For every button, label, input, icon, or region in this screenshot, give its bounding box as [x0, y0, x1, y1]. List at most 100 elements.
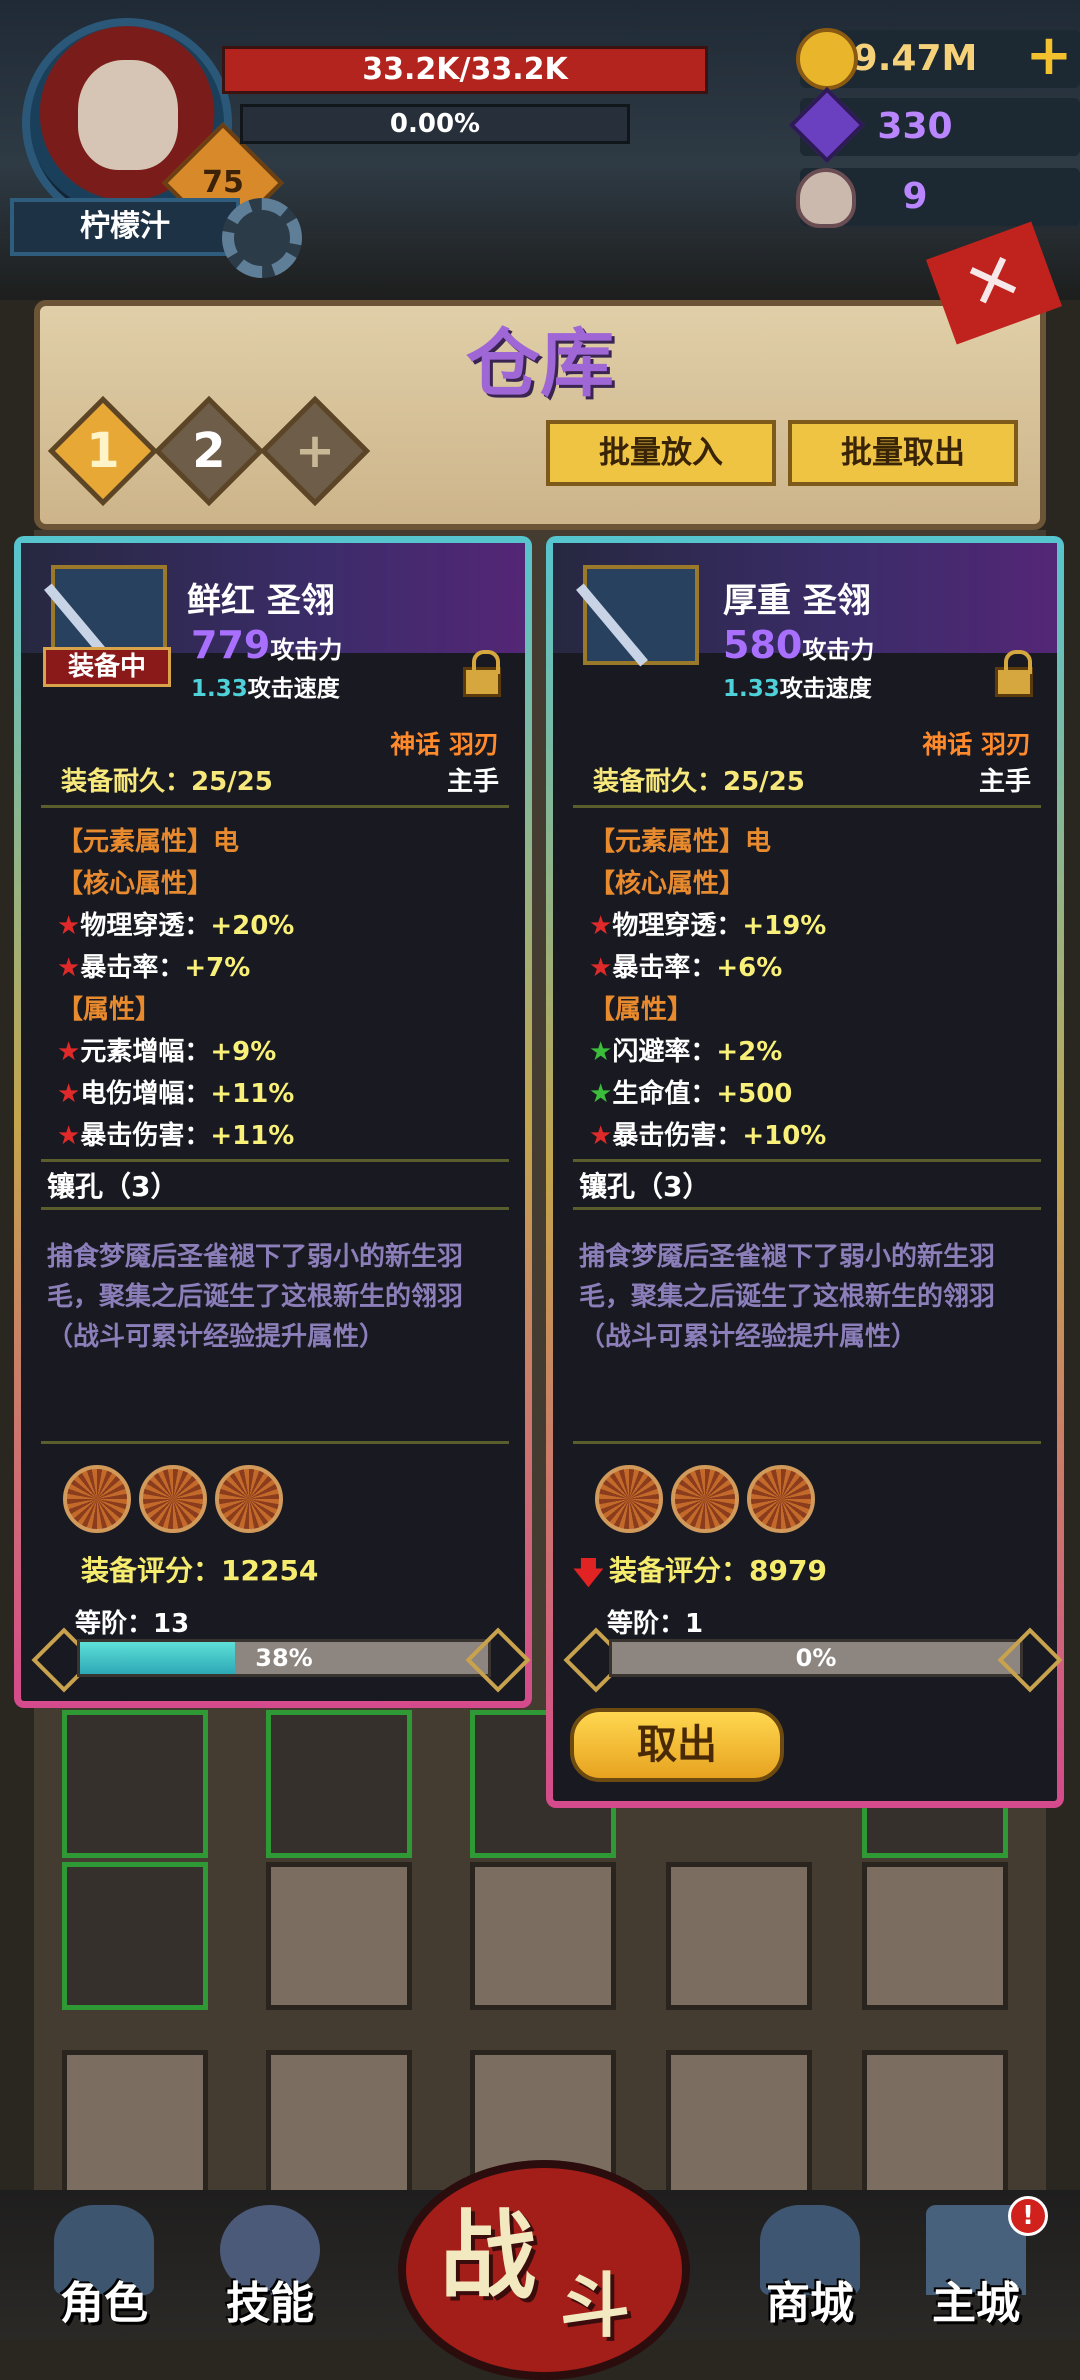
inventory-slot[interactable] — [862, 2050, 1008, 2198]
item-description: 捕食梦魇后圣雀褪下了弱小的新生羽毛，聚集之后诞生了这根新生的翎羽（战斗可累计经验… — [47, 1242, 464, 1352]
equipped-tag: 装备中 — [43, 647, 171, 687]
stat-line: ★物理穿透：+19% — [589, 911, 827, 941]
lock-icon[interactable] — [463, 650, 501, 697]
stat-line: ★暴击伤害：+10% — [589, 1121, 827, 1151]
socket-icon[interactable] — [63, 1465, 131, 1533]
socket-icon[interactable] — [139, 1465, 207, 1533]
tier-label: 等阶：1 — [607, 1609, 704, 1639]
divider — [41, 1441, 509, 1444]
star-icon: ★ — [57, 1121, 81, 1151]
nav-role[interactable]: 角色 — [34, 2205, 174, 2335]
divider — [573, 1159, 1041, 1162]
ram-skull-icon — [796, 168, 856, 228]
item-name: 鲜红 圣翎 — [187, 581, 335, 621]
batch-take-button[interactable]: 批量取出 — [788, 420, 1018, 486]
nav-shop[interactable]: 商城 — [740, 2205, 880, 2335]
item-description: 捕食梦魇后圣雀褪下了弱小的新生羽毛，聚集之后诞生了这根新生的翎羽（战斗可累计经验… — [579, 1242, 996, 1352]
battle-label-2: 斗 — [560, 2265, 630, 2347]
take-out-button[interactable]: 取出 — [570, 1708, 784, 1782]
item-card-compare: 厚重 圣翎 580攻击力 1.33攻击速度 神话 羽刃 装备耐久：25/25 主… — [546, 536, 1064, 1808]
core-attr-title: 【核心属性】 — [589, 869, 746, 899]
tier-percent: 0% — [795, 1644, 837, 1672]
batch-put-button[interactable]: 批量放入 — [546, 420, 776, 486]
stat-line: ★闪避率：+2% — [589, 1037, 783, 1067]
stat-line: ★生命值：+500 — [589, 1079, 793, 1109]
attr-title: 【属性】 — [589, 995, 694, 1025]
star-icon: ★ — [57, 911, 81, 941]
tier-percent: 38% — [255, 1644, 313, 1672]
inventory-slot[interactable] — [666, 1862, 812, 2010]
nav-role-label: 角色 — [60, 2278, 148, 2329]
inventory-slot[interactable] — [266, 1862, 412, 2010]
unlock-icon[interactable] — [995, 650, 1033, 697]
speed-value: 1.33 — [723, 676, 780, 702]
tier-progress-bar: 0% — [609, 1639, 1023, 1677]
plus-icon: + — [294, 423, 336, 479]
inventory-slot[interactable] — [862, 1862, 1008, 2010]
star-icon: ★ — [589, 1079, 613, 1109]
attack-label: 攻击力 — [802, 636, 875, 664]
battle-label-1: 战 — [440, 2200, 536, 2312]
attack-value: 779 — [191, 623, 271, 667]
divider — [573, 1441, 1041, 1444]
divider — [41, 805, 509, 808]
socket-icon[interactable] — [671, 1465, 739, 1533]
hp-bar: 33.2K/33.2K — [222, 46, 708, 94]
stat-line: ★元素增幅：+9% — [57, 1037, 277, 1067]
speed-stat: 1.33攻击速度 — [723, 669, 872, 703]
ornament-right — [997, 1627, 1063, 1693]
feather-blade-icon — [583, 565, 699, 665]
inventory-slot[interactable] — [470, 1862, 616, 2010]
attack-stat: 779攻击力 — [191, 623, 342, 667]
ornament-right — [465, 1627, 531, 1693]
avatar-portrait — [78, 60, 178, 170]
tab-2-label: 2 — [192, 423, 226, 479]
tab-1-label: 1 — [86, 423, 120, 479]
add-gold-button[interactable]: + — [1024, 28, 1074, 88]
element-attr: 【元素属性】电 — [589, 827, 772, 857]
inventory-slot[interactable] — [62, 1710, 208, 1858]
star-icon: ★ — [589, 1037, 613, 1067]
inventory-slot[interactable] — [266, 1710, 412, 1858]
hand-slot: 主手 — [446, 767, 499, 797]
socket-icon[interactable] — [595, 1465, 663, 1533]
inventory-slot[interactable] — [62, 1862, 208, 2010]
inventory-slot[interactable] — [62, 2050, 208, 2198]
attack-label: 攻击力 — [270, 636, 343, 664]
item-card-equipped: 装备中 鲜红 圣翎 779攻击力 1.33攻击速度 神话 羽刃 装备耐久：25/… — [14, 536, 532, 1708]
inventory-slot[interactable] — [266, 2050, 412, 2198]
nav-skills[interactable]: 技能 — [200, 2205, 340, 2335]
rarity-label: 神话 羽刃 — [922, 730, 1031, 759]
hand-slot: 主手 — [978, 767, 1031, 797]
divider — [573, 1207, 1041, 1210]
attack-stat: 580攻击力 — [723, 623, 874, 667]
exp-bar: 0.00% — [240, 104, 630, 144]
divider — [41, 1159, 509, 1162]
socket-icon[interactable] — [747, 1465, 815, 1533]
speed-label: 攻击速度 — [779, 676, 872, 702]
durability: 装备耐久：25/25 — [593, 767, 805, 797]
divider — [573, 805, 1041, 808]
tier-label: 等阶：13 — [75, 1609, 190, 1639]
warehouse-title: 仓库 — [466, 321, 614, 407]
stat-line: ★电伤增幅：+11% — [57, 1079, 295, 1109]
rarity-label: 神话 羽刃 — [390, 730, 499, 759]
socket-icon[interactable] — [215, 1465, 283, 1533]
speed-label: 攻击速度 — [247, 676, 340, 702]
gear-icon[interactable] — [222, 198, 302, 278]
speed-stat: 1.33攻击速度 — [191, 669, 340, 703]
core-attr-title: 【核心属性】 — [57, 869, 214, 899]
score-down-arrow-icon: 🡇 — [573, 1556, 604, 1591]
divider — [41, 1207, 509, 1210]
star-icon: ★ — [589, 1121, 613, 1151]
stat-line: ★暴击率：+6% — [589, 953, 783, 983]
tier-progress-bar: 38% — [77, 1639, 491, 1677]
stat-line: ★暴击率：+7% — [57, 953, 251, 983]
inventory-slot[interactable] — [666, 2050, 812, 2198]
star-icon: ★ — [57, 953, 81, 983]
nav-city-label: 主城 — [932, 2278, 1020, 2329]
durability: 装备耐久：25/25 — [61, 767, 273, 797]
sockets-title: 镶孔（3） — [579, 1170, 711, 1203]
equipment-score: 装备评分：8979 — [609, 1554, 827, 1587]
speed-value: 1.33 — [191, 676, 248, 702]
